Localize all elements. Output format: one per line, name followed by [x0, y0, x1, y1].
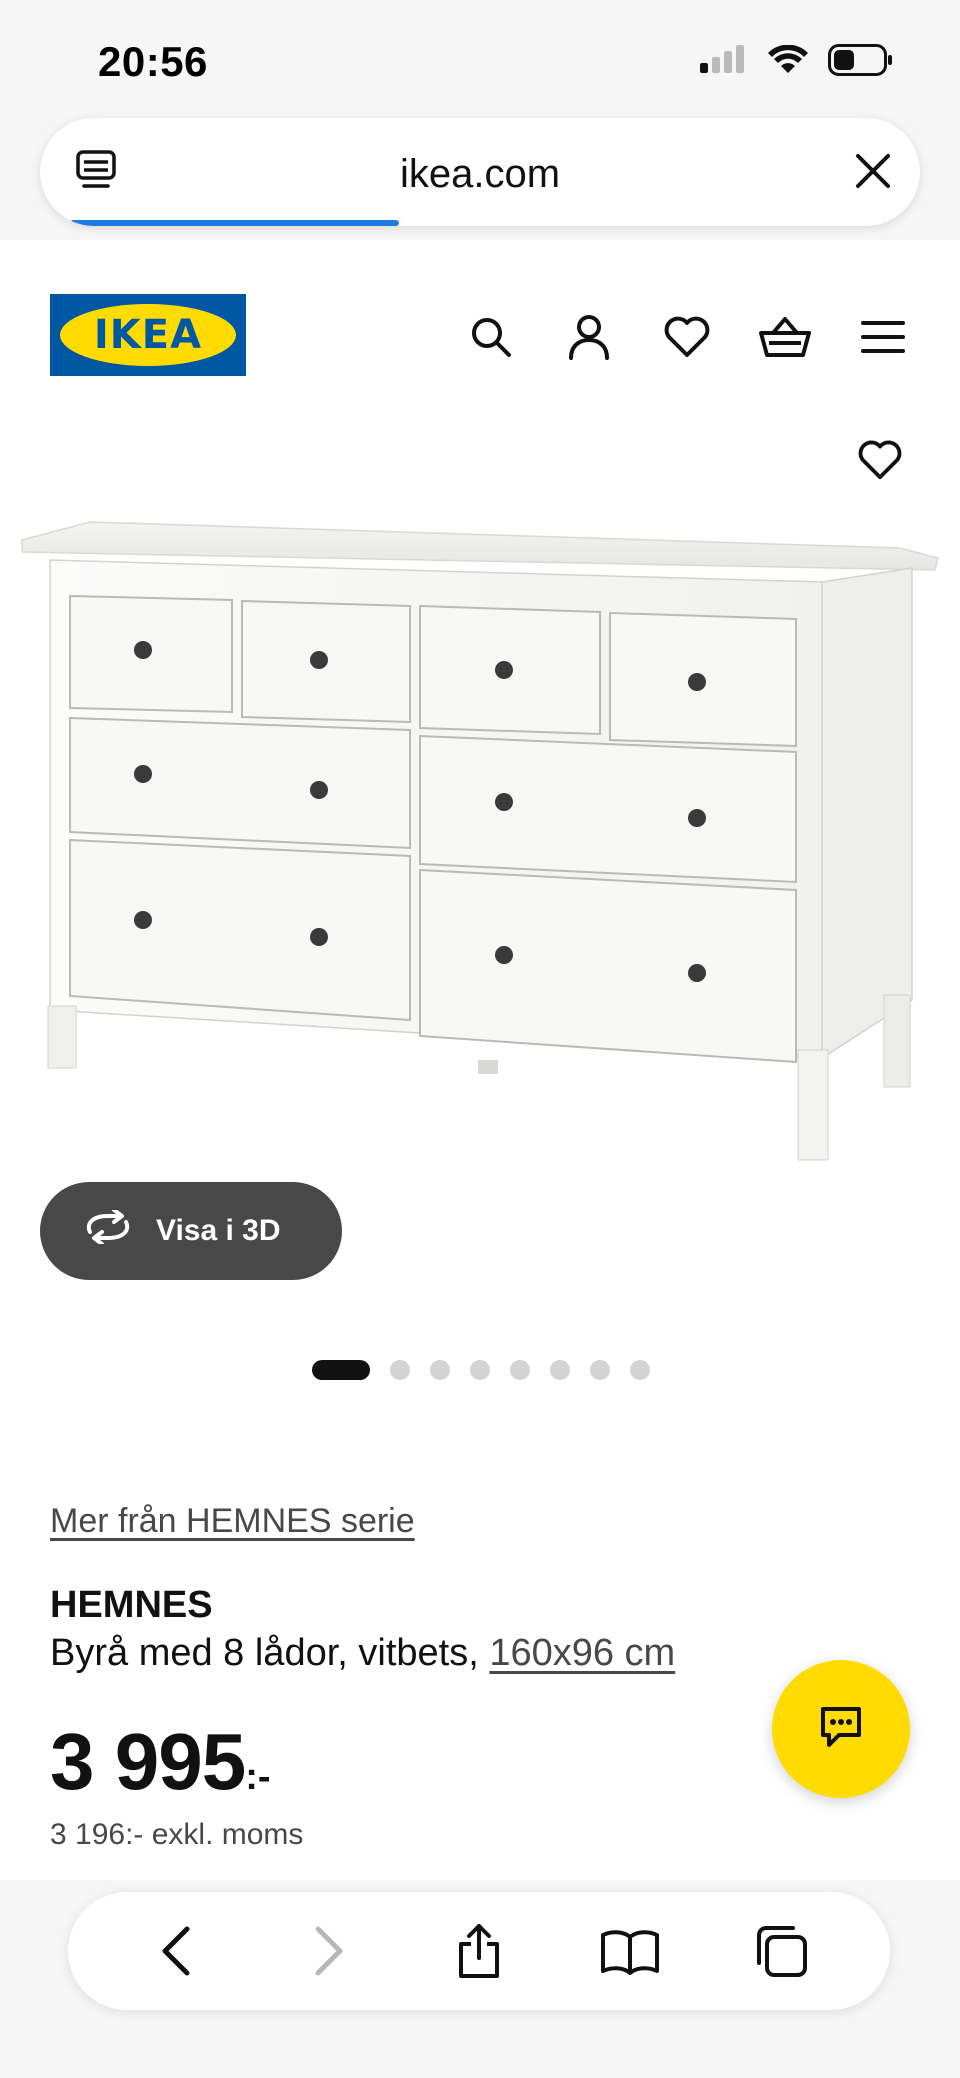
product-description: Byrå med 8 lådor, vitbets, 160x96 cm: [50, 1632, 675, 1675]
back-icon[interactable]: [142, 1916, 212, 1986]
view-in-3d-button[interactable]: Visa i 3D: [40, 1182, 342, 1280]
rotate-3d-icon: [82, 1208, 134, 1252]
chat-icon: [817, 1703, 865, 1756]
ikea-logo[interactable]: IKEA ®: [50, 294, 246, 376]
wifi-icon: [768, 44, 808, 80]
price-amount: 3 995: [50, 1717, 246, 1806]
menu-icon[interactable]: [856, 310, 910, 364]
search-icon[interactable]: [464, 310, 518, 364]
price-suffix: :-: [245, 1756, 271, 1798]
page-load-progress-bar: [70, 220, 399, 226]
heart-icon[interactable]: [660, 310, 714, 364]
view-in-3d-label: Visa i 3D: [156, 1214, 281, 1247]
price: 3 995 :-: [50, 1716, 271, 1808]
size-link[interactable]: 160x96 cm: [489, 1632, 675, 1674]
series-link[interactable]: Mer från HEMNES serie: [50, 1502, 415, 1541]
url-text[interactable]: ikea.com: [40, 152, 920, 197]
close-icon[interactable]: [850, 148, 896, 199]
gallery-dot[interactable]: [630, 1360, 650, 1380]
price-excl-vat: 3 196:- exkl. moms: [50, 1818, 304, 1851]
add-to-favorites-icon[interactable]: [850, 430, 910, 490]
cart-icon[interactable]: [758, 310, 812, 364]
battery-icon: [828, 44, 894, 81]
product-description-text: Byrå med 8 lådor, vitbets,: [50, 1632, 490, 1674]
status-bar: 20:56: [0, 0, 960, 110]
browser-address-area: ikea.com: [0, 110, 960, 240]
account-icon[interactable]: [562, 310, 616, 364]
gallery-dot[interactable]: [430, 1360, 450, 1380]
product-name: HEMNES: [50, 1584, 213, 1626]
browser-toolbar: [68, 1892, 890, 2010]
browser-bottom-area: [0, 1880, 960, 2078]
gallery-dot[interactable]: [590, 1360, 610, 1380]
gallery-dot[interactable]: [550, 1360, 570, 1380]
bookmarks-icon[interactable]: [595, 1916, 665, 1986]
status-icons: [700, 44, 894, 81]
forward-icon[interactable]: [293, 1916, 363, 1986]
logo-text: IKEA: [93, 312, 203, 358]
gallery-dot-active[interactable]: [312, 1360, 370, 1380]
tabs-icon[interactable]: [746, 1916, 816, 1986]
gallery-pagination: [312, 1360, 650, 1380]
address-bar[interactable]: ikea.com: [40, 118, 920, 226]
product-image[interactable]: [0, 400, 960, 1200]
header-icons: [464, 310, 910, 364]
gallery-dot[interactable]: [390, 1360, 410, 1380]
share-icon[interactable]: [444, 1916, 514, 1986]
cellular-signal-icon: [700, 45, 748, 80]
gallery-dot[interactable]: [510, 1360, 530, 1380]
gallery-dot[interactable]: [470, 1360, 490, 1380]
status-time: 20:56: [98, 38, 208, 85]
chat-button[interactable]: [772, 1660, 910, 1798]
site-header: IKEA ®: [0, 240, 960, 390]
